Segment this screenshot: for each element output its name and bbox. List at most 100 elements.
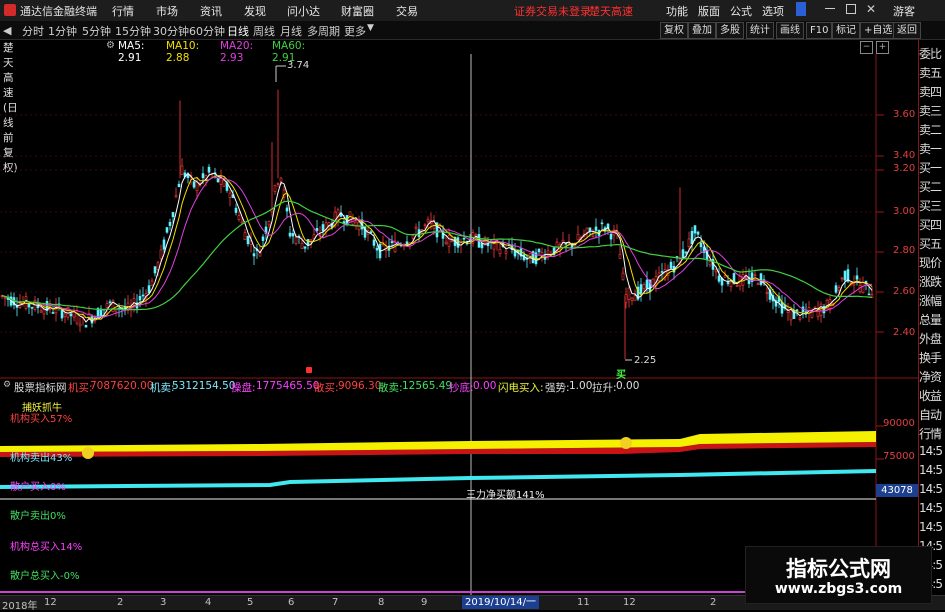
- shandian-label: 闪电买入:: [498, 382, 544, 394]
- period-day[interactable]: 日线: [227, 23, 249, 39]
- period-fenshi[interactable]: 分时: [22, 23, 44, 39]
- menu-banmian[interactable]: 版面: [698, 3, 720, 19]
- sidebar-item[interactable]: 涨跌: [919, 273, 945, 290]
- app-logo-icon: [4, 4, 16, 16]
- sidebar-item[interactable]: 卖五: [919, 64, 945, 81]
- sidebar-item[interactable]: 买三: [919, 197, 945, 214]
- tongji-button[interactable]: 统计: [746, 22, 774, 39]
- menu-gongneng[interactable]: 功能: [666, 3, 688, 19]
- period-60min[interactable]: 60分钟: [189, 23, 225, 39]
- chaodi-label: 抄底:: [449, 382, 474, 394]
- chevron-down-icon[interactable]: ▼: [367, 23, 374, 33]
- menu-caifuquan[interactable]: 财富圈: [341, 3, 374, 19]
- period-month[interactable]: 月线: [280, 23, 302, 39]
- month-tick: 5: [247, 597, 254, 608]
- cursor-date-label: 2019/10/14/一: [462, 596, 540, 609]
- sidebar-item[interactable]: 卖一: [919, 140, 945, 157]
- menu-zixun[interactable]: 资讯: [200, 3, 222, 19]
- duogu-button[interactable]: 多股: [716, 22, 744, 39]
- sanmai2-label: 散卖:: [378, 382, 403, 394]
- sidebar-item[interactable]: 委比: [919, 45, 945, 62]
- zoom-out-icon[interactable]: −: [860, 41, 873, 54]
- sidebar-item[interactable]: 14:5: [919, 463, 945, 477]
- indicator-gear-icon[interactable]: ⚙: [3, 380, 11, 390]
- watermark-box: 指标公式网 www.zbgs3.com: [745, 546, 932, 604]
- qiangshi-label: 强势:: [545, 382, 570, 394]
- menu-hangqing[interactable]: 行情: [112, 3, 134, 19]
- indicator-name[interactable]: 股票指标网: [14, 380, 67, 395]
- month-tick: 9: [421, 597, 428, 608]
- price-tick-340: 3.40: [893, 150, 916, 161]
- price-tick-260: 2.60: [893, 286, 916, 297]
- sidebar-item[interactable]: 买一: [919, 159, 945, 176]
- candlesticks: [0, 89, 874, 360]
- period-15min[interactable]: 15分钟: [115, 23, 151, 39]
- sidebar-item[interactable]: 卖三: [919, 102, 945, 119]
- month-tick: 3: [160, 597, 167, 608]
- sanhu-total-label: 散户总买入-0%: [10, 571, 80, 582]
- month-tick: 12: [44, 597, 57, 608]
- sidebar-item[interactable]: 总量: [919, 311, 945, 328]
- diejia-button[interactable]: 叠加: [688, 22, 716, 39]
- sidebar-item[interactable]: 涨幅: [919, 292, 945, 309]
- ma10-line: [1, 175, 873, 321]
- close-icon[interactable]: ✕: [866, 2, 876, 16]
- sanmai2-value: 12565.49: [402, 380, 453, 392]
- sidebar-item[interactable]: 买五: [919, 235, 945, 252]
- add-watchlist-button[interactable]: +自选: [860, 22, 897, 39]
- menu-xuanxiang[interactable]: 选项: [762, 3, 784, 19]
- user-label[interactable]: 游客: [893, 3, 915, 19]
- menu-wenxiaoda[interactable]: 问小达: [287, 3, 320, 19]
- month-tick: 11: [577, 597, 590, 608]
- month-tick: 4: [205, 597, 212, 608]
- price-gridlines: [0, 114, 884, 333]
- back-arrow-icon[interactable]: ◀: [3, 24, 11, 37]
- smiley-icon: [620, 437, 632, 449]
- login-status[interactable]: 证券交易未登录: [514, 3, 591, 19]
- kline-chart-area[interactable]: [0, 54, 918, 595]
- f10-button[interactable]: F10: [806, 22, 833, 39]
- sidebar-item[interactable]: 自动: [919, 406, 945, 423]
- huaxian-button[interactable]: 画线: [776, 22, 804, 39]
- price-tick-320: 3.20: [893, 163, 916, 174]
- settings-gear-icon[interactable]: ⚙: [106, 40, 115, 51]
- sidebar-item[interactable]: 14:5: [919, 482, 945, 496]
- biaoji-button[interactable]: 标记: [832, 22, 860, 39]
- sidebar-item[interactable]: 卖四: [919, 83, 945, 100]
- zoom-in-icon[interactable]: +: [876, 41, 889, 54]
- fuquan-button[interactable]: 复权: [660, 22, 688, 39]
- return-button[interactable]: 返回: [893, 22, 921, 39]
- sidebar-item[interactable]: 14:5: [919, 444, 945, 458]
- sidebar-item[interactable]: 14:5: [919, 501, 945, 515]
- sidebar-item[interactable]: 卖二: [919, 121, 945, 138]
- smiley-icon: [82, 447, 94, 459]
- minimize-icon[interactable]: [825, 8, 835, 9]
- skin-icon[interactable]: [796, 2, 806, 16]
- menu-jiaoyi[interactable]: 交易: [396, 3, 418, 19]
- sanmai-label: 散买:: [314, 382, 339, 394]
- sidebar-item[interactable]: 行情: [919, 425, 945, 442]
- maximize-icon[interactable]: [846, 4, 856, 14]
- month-tick: 8: [378, 597, 385, 608]
- sidebar-item[interactable]: 14:5: [919, 520, 945, 534]
- period-more[interactable]: 更多: [344, 23, 366, 39]
- menu-gongshi[interactable]: 公式: [730, 3, 752, 19]
- sidebar-item[interactable]: 换手: [919, 349, 945, 366]
- period-multi[interactable]: 多周期: [307, 23, 340, 39]
- sanmai-value: 9096.30: [338, 380, 382, 392]
- chaodi-value: 0.00: [473, 380, 497, 392]
- sidebar-item[interactable]: 现价: [919, 254, 945, 271]
- watermark-url: www.zbgs3.com: [774, 581, 903, 597]
- sidebar-item[interactable]: 收益: [919, 387, 945, 404]
- net-buy-label: 三力净买额141%: [466, 490, 545, 501]
- sidebar-item[interactable]: 外盘: [919, 330, 945, 347]
- period-week[interactable]: 周线: [253, 23, 275, 39]
- period-5min[interactable]: 5分钟: [82, 23, 111, 39]
- sidebar-item[interactable]: 买四: [919, 216, 945, 233]
- period-1min[interactable]: 1分钟: [48, 23, 77, 39]
- period-30min[interactable]: 30分钟: [153, 23, 189, 39]
- menu-faxian[interactable]: 发现: [244, 3, 266, 19]
- sidebar-item[interactable]: 买二: [919, 178, 945, 195]
- menu-shichang[interactable]: 市场: [156, 3, 178, 19]
- sidebar-item[interactable]: 净资: [919, 368, 945, 385]
